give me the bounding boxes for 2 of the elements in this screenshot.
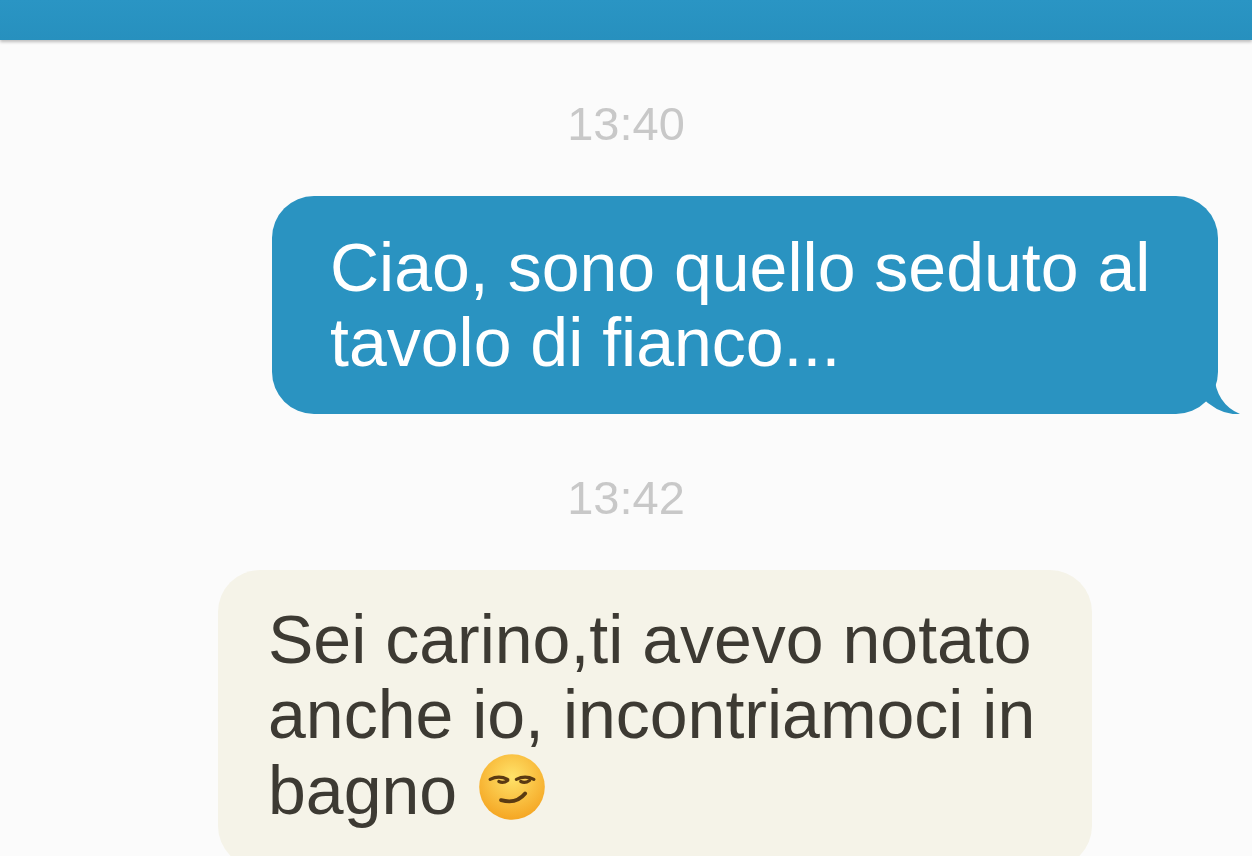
message-text: Sei carino,ti avevo notato anche io, incontriamoci in bagno [268, 601, 1036, 828]
message-text: Ciao, sono quello seduto al tavolo di fianco... [330, 229, 1151, 380]
